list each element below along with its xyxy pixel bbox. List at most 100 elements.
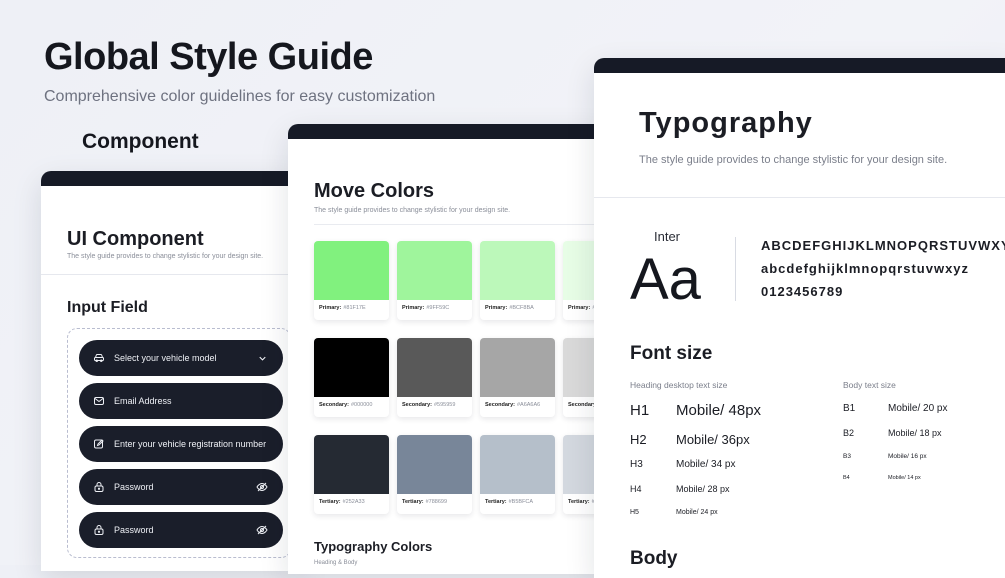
color-swatch: Tertiary: #252A33 xyxy=(314,435,389,514)
component-heading: Component xyxy=(82,130,199,153)
body-tag: B4 xyxy=(843,475,850,481)
swatch-color xyxy=(480,338,555,397)
heading-size-value: Mobile/ 28 px xyxy=(676,484,730,494)
swatch-label: Tertiary: xyxy=(319,499,341,505)
card-top-bar xyxy=(41,171,301,186)
swatch-label: Tertiary: xyxy=(485,499,507,505)
swatch-code: #9FF59C xyxy=(426,305,450,311)
body-size-label: Body text size xyxy=(843,380,896,390)
body-tag: B1 xyxy=(843,403,856,414)
lock-icon xyxy=(92,480,106,494)
swatch-code: #BCF8BA xyxy=(509,305,534,311)
swatch-color xyxy=(397,338,472,397)
body-size-value: Mobile/ 16 px xyxy=(888,453,927,460)
swatch-code: #81F17E xyxy=(343,305,366,311)
heading-tag: H5 xyxy=(630,509,639,516)
body-tag: B3 xyxy=(843,453,851,460)
swatch-label: Primary: xyxy=(485,305,508,311)
heading-size-value: Mobile/ 48px xyxy=(676,402,762,419)
swatch-label: Secondary: xyxy=(485,402,515,408)
swatch-color xyxy=(314,338,389,397)
color-swatch: Primary: #BCF8BA xyxy=(480,241,555,320)
edit-icon xyxy=(92,437,106,451)
font-sample: Aa xyxy=(630,247,701,312)
swatch-color xyxy=(314,241,389,300)
swatch-color xyxy=(480,241,555,300)
colors-subtitle: The style guide provides to change styli… xyxy=(314,207,511,214)
color-swatch: Secondary: #595959 xyxy=(397,338,472,417)
ui-component-title: UI Component xyxy=(67,228,204,250)
eye-off-icon[interactable] xyxy=(255,480,269,494)
swatch-color xyxy=(397,435,472,494)
divider xyxy=(735,237,736,301)
swatch-code: #252A33 xyxy=(342,499,365,505)
lowercase-glyphs: abcdefghijklmnopqrstuvwxyz xyxy=(761,261,970,276)
color-swatch: Secondary: #A6A6A6 xyxy=(480,338,555,417)
color-swatch: Tertiary: #788699 xyxy=(397,435,472,514)
typography-subtitle: The style guide provides to change styli… xyxy=(639,154,948,166)
swatch-label: Secondary: xyxy=(319,402,349,408)
page-title: Global Style Guide xyxy=(44,36,373,78)
font-family-name: Inter xyxy=(654,229,681,244)
mail-icon xyxy=(92,394,106,408)
body-tag: B2 xyxy=(843,428,855,438)
swatch-label: Primary: xyxy=(402,305,425,311)
swatch-code: #A6A6A6 xyxy=(516,402,541,408)
body-size-value: Mobile/ 14 px xyxy=(888,475,921,481)
divider xyxy=(41,274,301,275)
font-size-heading: Font size xyxy=(630,343,713,364)
typography-colors-subtitle: Heading & Body xyxy=(314,560,358,566)
typography-card: Typography The style guide provides to c… xyxy=(594,58,1005,578)
card-top-bar xyxy=(594,58,1005,73)
eye-off-icon[interactable] xyxy=(255,523,269,537)
divider xyxy=(314,224,608,225)
color-swatch: Primary: #81F17E xyxy=(314,241,389,320)
email-field[interactable]: Email Address xyxy=(79,383,283,419)
field-label: Email Address xyxy=(114,396,172,406)
card-top-bar xyxy=(288,124,608,139)
swatch-code: #595959 xyxy=(433,402,456,408)
page-subtitle: Comprehensive color guidelines for easy … xyxy=(44,88,436,105)
heading-tag: H1 xyxy=(630,402,650,419)
swatch-code: #000000 xyxy=(350,402,373,408)
body-heading: Body xyxy=(630,548,678,569)
swatch-color xyxy=(314,435,389,494)
swatch-color xyxy=(480,435,555,494)
confirm-password-field[interactable]: Password xyxy=(79,512,283,548)
uppercase-glyphs: ABCDEFGHIJKLMNOPQRSTUVWXYZ xyxy=(761,238,1005,253)
chevron-down-icon[interactable] xyxy=(255,351,269,365)
ui-component-subtitle: The style guide provides to change styli… xyxy=(67,253,264,260)
registration-number-field[interactable]: Enter your vehicle registration number xyxy=(79,426,283,462)
color-swatch: Secondary: #000000 xyxy=(314,338,389,417)
heading-size-value: Mobile/ 24 px xyxy=(676,509,718,516)
swatch-code: #B5BFCA xyxy=(508,499,534,505)
colors-card: Move Colors The style guide provides to … xyxy=(288,124,608,574)
field-label: Enter your vehicle registration number xyxy=(114,439,267,449)
lock-icon xyxy=(92,523,106,537)
swatch-label: Primary: xyxy=(568,305,591,311)
heading-tag: H2 xyxy=(630,432,647,447)
heading-size-label: Heading desktop text size xyxy=(630,380,728,390)
colors-title: Move Colors xyxy=(314,180,435,202)
swatch-label: Primary: xyxy=(319,305,342,311)
field-label: Password xyxy=(114,525,154,535)
input-field-group: Select your vehicle model Email Address … xyxy=(67,328,291,558)
body-size-value: Mobile/ 18 px xyxy=(888,428,942,438)
password-field[interactable]: Password xyxy=(79,469,283,505)
color-swatch: Primary: #9FF59C xyxy=(397,241,472,320)
input-field-heading: Input Field xyxy=(67,299,148,316)
digit-glyphs: 0123456789 xyxy=(761,284,844,299)
heading-tag: H3 xyxy=(630,459,643,470)
car-icon xyxy=(92,351,106,365)
field-label: Password xyxy=(114,482,154,492)
typography-colors-heading: Typography Colors xyxy=(314,539,433,554)
divider xyxy=(594,197,1005,198)
swatch-code: #788699 xyxy=(425,499,448,505)
swatch-label: Tertiary: xyxy=(402,499,424,505)
swatch-color xyxy=(397,241,472,300)
typography-title: Typography xyxy=(639,107,813,139)
swatch-label: Secondary: xyxy=(402,402,432,408)
heading-size-value: Mobile/ 34 px xyxy=(676,459,736,470)
swatch-label: Tertiary: xyxy=(568,499,590,505)
vehicle-model-select[interactable]: Select your vehicle model xyxy=(79,340,283,376)
